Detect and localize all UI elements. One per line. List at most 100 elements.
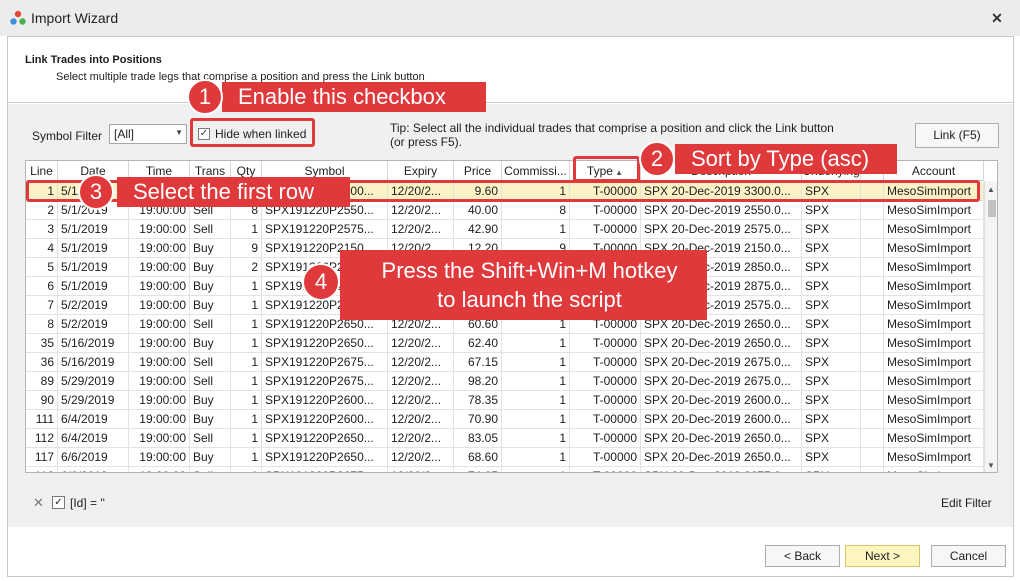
cell-underlying: SPX [802, 448, 861, 467]
cell-blank [861, 334, 884, 353]
cell-line: 118 [26, 467, 58, 472]
cell-price: 98.20 [454, 372, 502, 391]
cell-blank [861, 277, 884, 296]
cell-qty: 1 [231, 315, 262, 334]
cell-qty: 1 [231, 334, 262, 353]
cell-line: 111 [26, 410, 58, 429]
cell-line: 90 [26, 391, 58, 410]
cell-price: 78.35 [454, 391, 502, 410]
cell-trans: Buy [190, 239, 231, 258]
table-row[interactable]: 36 5/16/2019 19:00:00 Sell 1 SPX191220P2675..… [26, 353, 984, 372]
cell-account: MesoSimImport [884, 391, 984, 410]
cell-blank [861, 220, 884, 239]
edit-filter-link[interactable]: Edit Filter [941, 496, 992, 510]
cell-time: 19:00:00 [129, 429, 190, 448]
table-row[interactable]: 3 5/1/2019 19:00:00 Sell 1 SPX191220P2575... 1… [26, 220, 984, 239]
cell-line: 7 [26, 296, 58, 315]
cell-expiry: 12/20/2... [388, 334, 454, 353]
cell-type: T-00000 [570, 448, 641, 467]
cell-underlying: SPX [802, 391, 861, 410]
scroll-up-icon[interactable]: ▲ [987, 185, 995, 194]
cell-line: 3 [26, 220, 58, 239]
next-button[interactable]: Next > [845, 545, 920, 567]
symbol-filter-value: [All] [114, 127, 135, 141]
cell-time: 19:00:00 [129, 448, 190, 467]
cell-date: 5/16/2019 [58, 334, 129, 353]
back-button[interactable]: < Back [765, 545, 840, 567]
cell-trans: Buy [190, 334, 231, 353]
cell-time: 19:00:00 [129, 220, 190, 239]
table-row[interactable]: 89 5/29/2019 19:00:00 Sell 1 SPX191220P2675..… [26, 372, 984, 391]
cell-line: 6 [26, 277, 58, 296]
cell-line: 4 [26, 239, 58, 258]
cell-account: MesoSimImport [884, 258, 984, 277]
cell-description: SPX 20-Dec-2019 2675.0... [641, 467, 802, 472]
column-header-expiry[interactable]: Expiry [388, 161, 454, 181]
cell-expiry: 12/20/2... [388, 201, 454, 220]
cell-account: MesoSimImport [884, 239, 984, 258]
cell-date: 5/1/2019 [58, 220, 129, 239]
cell-underlying: SPX [802, 296, 861, 315]
cell-line: 36 [26, 353, 58, 372]
column-header-label: Line [30, 164, 53, 178]
column-header-label: Time [145, 164, 173, 178]
cell-price: 67.15 [454, 353, 502, 372]
link-button[interactable]: Link (F5) [915, 123, 999, 148]
cell-type: T-00000 [570, 372, 641, 391]
cell-commission: 1 [502, 467, 570, 472]
cell-type: T-00000 [570, 353, 641, 372]
cell-time: 19:00:00 [129, 353, 190, 372]
scroll-thumb[interactable] [988, 200, 996, 217]
cell-time: 19:00:00 [129, 410, 190, 429]
cell-time: 19:00:00 [129, 239, 190, 258]
cell-time: 19:00:00 [129, 467, 190, 472]
cell-qty: 1 [231, 277, 262, 296]
symbol-filter-dropdown[interactable]: [All] ▼ [109, 124, 187, 144]
table-row[interactable]: 117 6/6/2019 19:00:00 Buy 1 SPX191220P2650...… [26, 448, 984, 467]
cell-date: 6/6/2019 [58, 448, 129, 467]
cell-underlying: SPX [802, 429, 861, 448]
close-button[interactable]: ✕ [985, 7, 1009, 29]
column-header-label: Commissi... [504, 164, 567, 178]
cell-account: MesoSimImport [884, 410, 984, 429]
cell-trans: Sell [190, 372, 231, 391]
annotation-step-4-line-1: Press the Shift+Win+M hotkey [381, 258, 678, 283]
cell-date: 5/1/2019 [58, 258, 129, 277]
app-icon [10, 10, 26, 25]
table-row[interactable]: 90 5/29/2019 19:00:00 Buy 1 SPX191220P2600...… [26, 391, 984, 410]
cell-commission: 8 [502, 201, 570, 220]
cancel-button[interactable]: Cancel [931, 545, 1006, 567]
scroll-down-icon[interactable]: ▼ [987, 461, 995, 470]
filter-enabled-checkbox[interactable]: ✓ [52, 496, 65, 509]
cell-type: T-00000 [570, 429, 641, 448]
annotation-step-1-badge: 1 [187, 79, 223, 115]
table-row[interactable]: 112 6/4/2019 19:00:00 Sell 1 SPX191220P2650..… [26, 429, 984, 448]
filter-expression: [Id] = '' [70, 496, 105, 510]
cell-type: T-00000 [570, 220, 641, 239]
cell-date: 6/6/2019 [58, 467, 129, 472]
cell-qty: 1 [231, 391, 262, 410]
cell-trans: Buy [190, 391, 231, 410]
cell-qty: 1 [231, 429, 262, 448]
cell-blank [861, 296, 884, 315]
column-header-commission[interactable]: Commissi... [502, 161, 570, 181]
cell-price: 40.00 [454, 201, 502, 220]
table-row[interactable]: 1186/6/201919:00:00Sell1SPX191220P2675..… [26, 467, 984, 472]
cell-commission: 1 [502, 410, 570, 429]
cell-blank [861, 258, 884, 277]
cell-blank [861, 429, 884, 448]
cell-trans: Buy [190, 296, 231, 315]
cell-trans: Sell [190, 315, 231, 334]
cell-qty: 1 [231, 353, 262, 372]
cell-date: 5/29/2019 [58, 391, 129, 410]
cell-time: 19:00:00 [129, 315, 190, 334]
title-bar: Import Wizard ✕ [0, 0, 1020, 36]
column-header-price[interactable]: Price [454, 161, 502, 181]
table-row[interactable]: 35 5/16/2019 19:00:00 Buy 1 SPX191220P2650...… [26, 334, 984, 353]
cell-underlying: SPX [802, 220, 861, 239]
column-header-account[interactable]: Account [884, 161, 984, 181]
vertical-scrollbar[interactable]: ▲ ▼ [984, 181, 997, 472]
column-header-line[interactable]: Line [26, 161, 58, 181]
table-row[interactable]: 111 6/4/2019 19:00:00 Buy 1 SPX191220P2600...… [26, 410, 984, 429]
clear-filter-icon[interactable]: ✕ [33, 495, 44, 511]
